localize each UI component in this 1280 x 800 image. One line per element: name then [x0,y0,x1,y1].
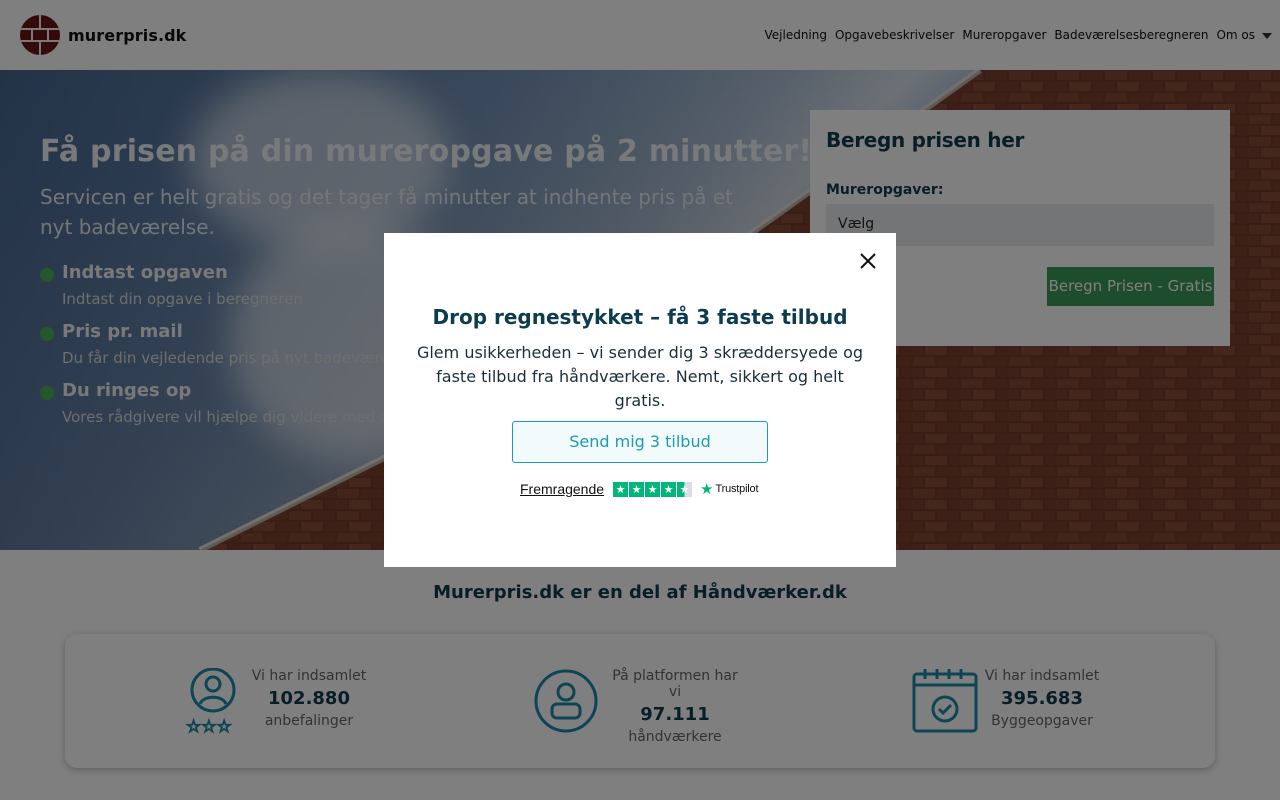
close-icon[interactable] [858,251,878,271]
trustpilot-logo: ★ Trustpilot [700,479,759,498]
modal-body: Glem usikkerheden – vi sender dig 3 skræ… [416,343,864,410]
star-half-icon: ★ [677,481,693,497]
star-icon: ★ [613,481,629,497]
star-icon: ★ [661,481,677,497]
star-icon: ★ [645,481,661,497]
send-offers-button[interactable]: Send mig 3 tilbud [512,421,768,463]
trustpilot-widget[interactable]: Fremragende ★ ★ ★ ★ ★ ★ Trustpilot [520,479,759,498]
offer-modal: Drop regnestykket – få 3 faste tilbud Gl… [384,233,896,567]
trustpilot-rating-label[interactable]: Fremragende [520,481,604,497]
trustpilot-star-icon: ★ [700,479,714,498]
modal-title: Drop regnestykket – få 3 faste tilbud [432,305,848,329]
trustpilot-brand-text: Trustpilot [715,483,759,495]
star-icon: ★ [629,481,645,497]
trustpilot-stars: ★ ★ ★ ★ ★ [613,481,693,497]
